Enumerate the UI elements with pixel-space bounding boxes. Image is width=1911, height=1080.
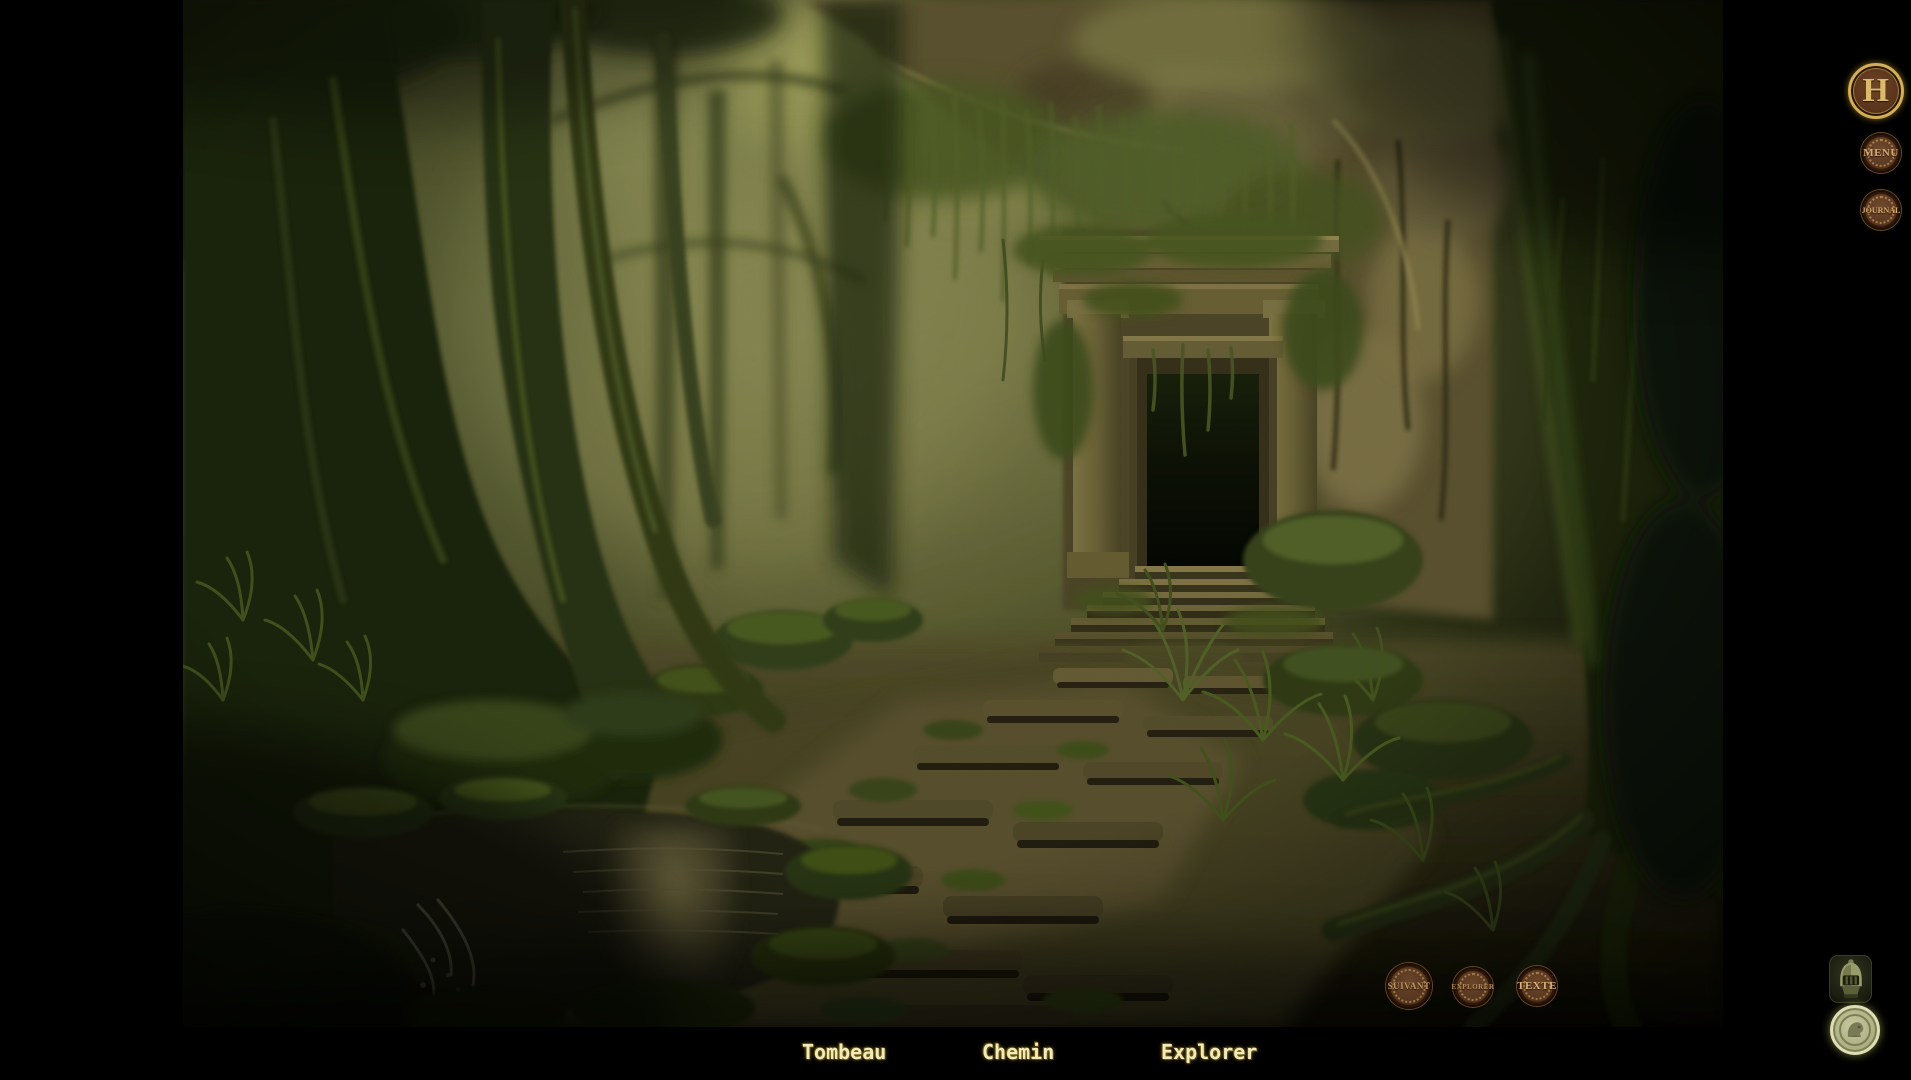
knight-helmet-icon[interactable] [1829,955,1872,1003]
menu-button-label: MENU [1863,147,1899,159]
journal-button[interactable]: JOURNAL [1861,190,1901,230]
forest-tomb-artwork [183,0,1723,1027]
hotspot-explorer[interactable]: Explorer [1161,1041,1257,1063]
journal-button-label: JOURNAL [1861,205,1901,215]
knight-helmet-glyph [1839,959,1862,998]
texte-button[interactable]: TEXTE [1517,966,1557,1006]
hotspot-tombeau[interactable]: Tombeau [802,1041,886,1063]
explorer-button[interactable]: EXPLORER [1451,967,1495,1007]
home-button[interactable]: H [1848,63,1904,119]
suivant-button[interactable]: SUIVANT [1386,963,1432,1009]
texte-button-label: TEXTE [1517,980,1557,992]
suivant-button-label: SUIVANT [1387,981,1431,991]
explorer-button-label: EXPLORER [1451,983,1495,991]
home-button-label: H [1862,72,1890,109]
scene-view[interactable] [183,0,1723,1027]
hotspot-chemin[interactable]: Chemin [982,1041,1054,1063]
menu-button[interactable]: MENU [1861,133,1901,173]
knight-medallion-icon[interactable] [1830,1005,1880,1055]
medallion-glyph [1839,1014,1871,1046]
